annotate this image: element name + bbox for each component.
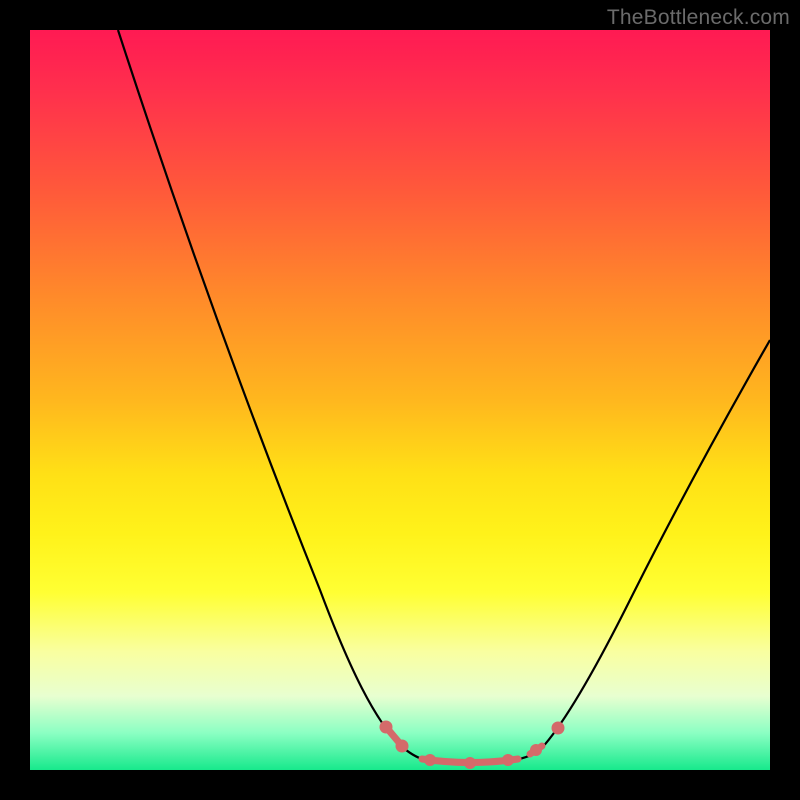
bead-right-upper [552, 722, 565, 735]
curve-plot [30, 30, 770, 770]
right-curve-path [538, 340, 770, 752]
bead-left-upper [380, 721, 393, 734]
watermark-text: TheBottleneck.com [607, 6, 790, 30]
bead-left-lower [396, 740, 409, 753]
bead-bottom-3 [502, 754, 514, 766]
bead-right-lower [530, 744, 542, 756]
bead-bottom-2 [464, 757, 476, 769]
chart-plot-area [30, 30, 770, 770]
left-curve-path [118, 30, 425, 760]
bead-bottom-1 [424, 754, 436, 766]
